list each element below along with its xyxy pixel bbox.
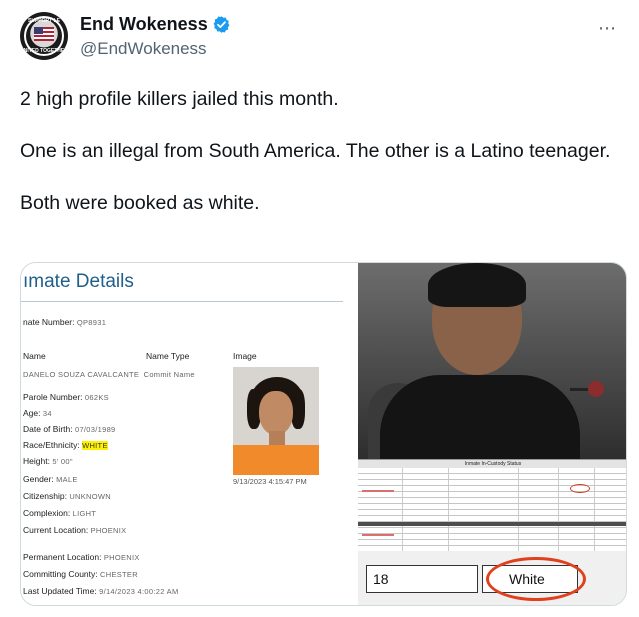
field-label: Committing County: <box>23 569 98 579</box>
avatar-text-bottom: UNITED TOGETHER <box>20 48 68 54</box>
inmate-details-title: ımate Details <box>23 271 134 292</box>
tweet-media-image[interactable]: ımate Details nate Number: QP8931 Name N… <box>20 262 627 606</box>
field-value: PHOENIX <box>103 553 140 562</box>
court-photo <box>358 263 626 459</box>
field-label: Last Updated Time: <box>23 586 97 596</box>
field-row: Complexion: LIGHT <box>23 508 96 518</box>
field-value: UNKNOWN <box>69 492 111 501</box>
custody-table-rows <box>358 468 626 552</box>
small-red-circle <box>570 484 590 493</box>
field-row: Committing County: CHESTER <box>23 569 138 579</box>
field-label: Current Location: <box>23 525 89 535</box>
tweet-line: 2 high profile killers jailed this month… <box>20 88 339 110</box>
field-row: Permanent Location: PHOENIX <box>23 552 140 562</box>
tweet-line: One is an illegal from South America. Th… <box>20 140 611 162</box>
field-row: Citizenship: UNKNOWN <box>23 491 111 501</box>
field-label: Permanent Location: <box>23 552 102 562</box>
name-type-value: Commit Name <box>143 370 195 379</box>
field-label: Age: <box>23 408 41 418</box>
image-timestamp: 9/13/2023 4:15:47 PM <box>233 477 307 486</box>
field-value: 34 <box>42 409 52 418</box>
field-row: Date of Birth: 07/03/1989 <box>23 424 116 434</box>
inmate-details-screenshot: ımate Details nate Number: QP8931 Name N… <box>21 263 351 605</box>
custody-status-table: Inmate In-Custody Status <box>358 459 626 552</box>
field-label: Gender: <box>23 474 54 484</box>
field-row-race: Race/Ethnicity: WHITE <box>23 440 108 450</box>
more-options-icon[interactable]: ⋯ <box>598 18 617 39</box>
tweet-text: 2 high profile killers jailed this month… <box>20 86 620 216</box>
author-avatar[interactable]: SUPPORT LE UNITED TOGETHER <box>20 12 68 60</box>
col-name-type-header: Name Type <box>146 351 190 361</box>
field-row: Age: 34 <box>23 408 52 418</box>
field-label: Parole Number: <box>23 392 83 402</box>
flag-icon <box>34 27 54 41</box>
field-value: 9/14/2023 4:00:22 AM <box>99 587 179 596</box>
col-image-header: Image <box>233 351 257 361</box>
field-value: CHESTER <box>100 570 138 579</box>
field-value: 5' 00" <box>52 457 73 466</box>
inmate-number-value: QP8931 <box>76 318 107 327</box>
field-row: Height: 5' 00" <box>23 456 73 466</box>
divider <box>21 301 343 302</box>
red-circle-annotation <box>486 557 586 601</box>
inmate-number-row: nate Number: QP8931 <box>23 317 106 327</box>
zoomed-record-strip: 18 White <box>358 551 626 605</box>
name-value: DANELO SOUZA CAVALCANTE <box>23 370 140 379</box>
name-row: DANELO SOUZA CAVALCANTE Commit Name <box>23 369 195 379</box>
field-row: Current Location: PHOENIX <box>23 525 126 535</box>
field-label: Date of Birth: <box>23 424 73 434</box>
field-label: Citizenship: <box>23 491 67 501</box>
race-value-highlighted: WHITE <box>82 441 108 450</box>
field-label: Race/Ethnicity: <box>23 440 80 450</box>
author-display-name[interactable]: End Wokeness <box>80 14 208 35</box>
verified-badge-icon[interactable] <box>212 15 231 34</box>
avatar-text-top: SUPPORT LE <box>28 18 60 24</box>
field-value: MALE <box>56 475 78 484</box>
field-value: LIGHT <box>72 509 97 518</box>
field-label: Height: <box>23 456 50 466</box>
mugshot-photo <box>233 367 319 475</box>
field-value: 07/03/1989 <box>74 425 116 434</box>
microphone-icon <box>588 381 604 397</box>
field-value: PHOENIX <box>90 526 127 535</box>
author-handle[interactable]: @EndWokeness <box>80 39 207 59</box>
tweet-line: Both were booked as white. <box>20 192 260 214</box>
field-label: Complexion: <box>23 508 71 518</box>
field-row: Last Updated Time: 9/14/2023 4:00:22 AM <box>23 586 179 596</box>
author-name-row: End Wokeness <box>80 14 231 35</box>
age-cell: 18 <box>366 565 478 593</box>
custody-table-title: Inmate In-Custody Status <box>358 460 626 468</box>
field-row: Parole Number: 062KS <box>23 392 109 402</box>
inmate-number-label: nate Number: <box>23 317 75 327</box>
field-value: 062KS <box>84 393 109 402</box>
col-name-header: Name <box>23 351 46 361</box>
field-row: Gender: MALE <box>23 474 78 484</box>
